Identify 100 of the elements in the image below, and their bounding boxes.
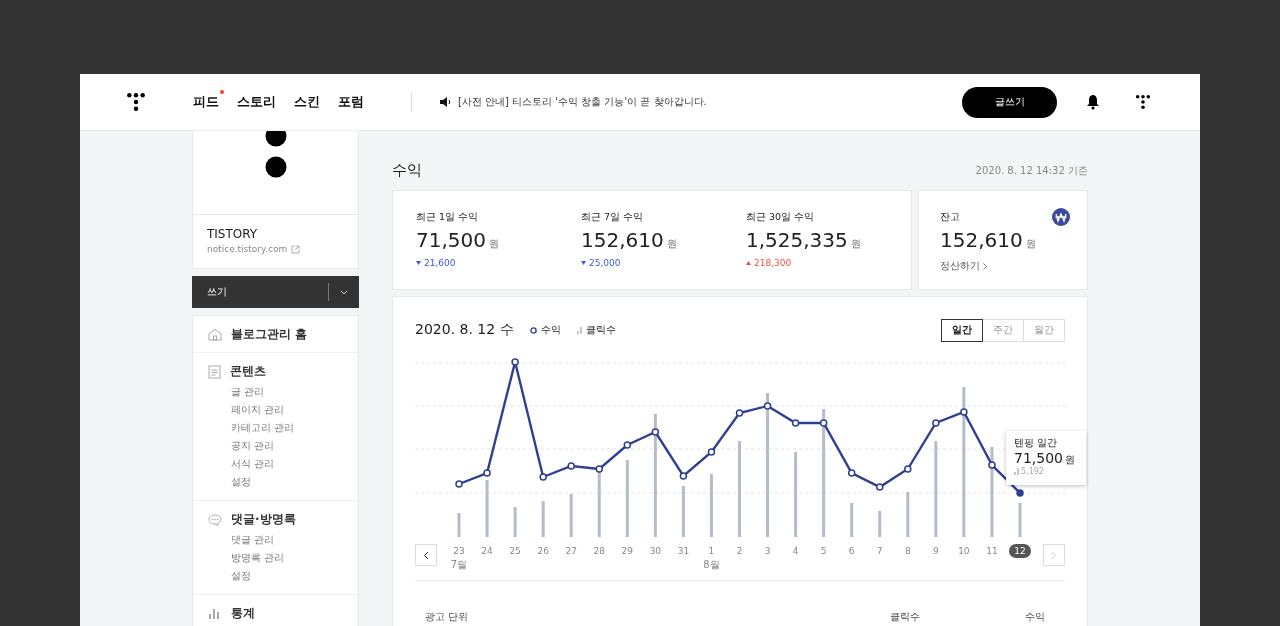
chart-title: 2020. 8. 12 수 — [415, 321, 514, 339]
revenue-point[interactable] — [679, 472, 688, 480]
menu-section-title[interactable]: 블로그관리 홈 — [231, 326, 308, 343]
click-bar — [569, 494, 573, 537]
click-bar — [681, 486, 685, 537]
revenue-point[interactable] — [932, 419, 940, 427]
menu-item[interactable]: 페이지 관리 — [231, 401, 358, 419]
house-icon — [208, 328, 222, 341]
triangle-up-icon — [746, 261, 751, 265]
stat-value: 1,525,335 — [746, 228, 848, 252]
date-label[interactable]: 28 — [588, 544, 610, 558]
nav-link[interactable]: 피드 — [193, 93, 219, 111]
menu-item[interactable]: 설정 — [231, 567, 358, 585]
revenue-point[interactable] — [595, 465, 603, 473]
revenue-point[interactable] — [876, 483, 884, 491]
click-bar — [513, 507, 517, 537]
stat-change: 218,300 — [754, 258, 792, 268]
menu-item[interactable]: 댓글 관리 — [231, 531, 358, 549]
date-label[interactable]: 12 — [1009, 544, 1031, 558]
page-title: 수익 — [392, 161, 422, 180]
bell-icon[interactable] — [1086, 94, 1100, 110]
revenue-point[interactable] — [960, 408, 968, 416]
blog-url[interactable]: notice.tistory.com — [207, 244, 288, 254]
legend-label: 수익 — [540, 323, 561, 337]
speaker-icon — [440, 97, 452, 107]
menu-item[interactable]: 설정 — [231, 473, 358, 491]
date-label[interactable]: 30 — [644, 544, 667, 558]
revenue-point[interactable] — [819, 419, 828, 427]
menu-item[interactable]: 서식 관리 — [231, 455, 358, 473]
date-label[interactable]: 24 — [476, 544, 498, 558]
revenue-point[interactable] — [483, 469, 491, 477]
nav-link[interactable]: 포럼 — [338, 93, 364, 111]
circle-marker-icon — [529, 326, 537, 334]
period-tab[interactable]: 일간 — [941, 318, 983, 342]
revenue-point[interactable] — [623, 441, 632, 449]
write-label[interactable]: 쓰기 — [207, 285, 328, 299]
revenue-point[interactable] — [455, 480, 463, 488]
date-label[interactable]: 4 — [787, 544, 804, 558]
revenue-point[interactable] — [651, 428, 660, 436]
menu-item[interactable]: 카테고리 관리 — [231, 419, 358, 437]
click-bar — [457, 513, 461, 537]
nav-link[interactable]: 스토리 — [237, 93, 276, 111]
click-bar — [878, 511, 882, 537]
click-bar — [541, 501, 545, 537]
menu-item[interactable]: 방명록 관리 — [231, 549, 358, 567]
menu-section-title[interactable]: 콘텐츠 — [230, 363, 266, 380]
revenue-point[interactable] — [707, 448, 716, 456]
nav-link[interactable]: 스킨 — [294, 93, 320, 111]
date-label[interactable]: 5 — [815, 544, 832, 558]
currency-unit: 원 — [489, 237, 499, 251]
bar-marker-icon — [576, 326, 582, 334]
date-label[interactable]: 10 — [953, 544, 975, 558]
chevron-right-icon[interactable] — [983, 263, 987, 270]
revenue-point[interactable] — [567, 462, 575, 470]
revenue-point[interactable] — [847, 469, 856, 477]
period-tab[interactable]: 주간 — [982, 318, 1024, 342]
date-label[interactable]: 1 — [703, 544, 720, 558]
revenue-point[interactable] — [904, 465, 912, 473]
revenue-point[interactable] — [988, 461, 996, 469]
menu-section-title[interactable]: 통계 — [231, 605, 255, 622]
chevron-down-icon[interactable] — [340, 289, 348, 295]
revenue-point[interactable] — [735, 409, 744, 417]
date-label[interactable]: 31 — [672, 544, 695, 558]
date-label[interactable]: 9 — [927, 544, 944, 558]
click-bar — [906, 492, 910, 537]
revenue-point[interactable] — [511, 358, 519, 366]
menu-section-title[interactable]: 댓글·방명록 — [231, 511, 296, 528]
date-label[interactable]: 2 — [731, 544, 748, 558]
bar-chart-icon — [208, 607, 222, 620]
stat-change: 21,600 — [424, 258, 456, 268]
date-label[interactable]: 27 — [560, 544, 582, 558]
date-label[interactable]: 26 — [532, 544, 554, 558]
click-bar — [850, 503, 854, 537]
menu-item[interactable]: 공지 관리 — [231, 437, 358, 455]
currency-unit: 원 — [1065, 453, 1075, 467]
write-bar[interactable]: 쓰기 — [192, 276, 359, 308]
date-label[interactable]: 29 — [616, 544, 639, 558]
revenue-point[interactable] — [791, 419, 800, 427]
date-label[interactable]: 8 — [899, 544, 916, 558]
date-label[interactable]: 7 — [871, 544, 888, 558]
revenue-point[interactable] — [1016, 489, 1024, 497]
date-label[interactable]: 23 — [448, 544, 470, 558]
logo-icon[interactable] — [126, 92, 146, 112]
menu-item[interactable]: 글 관리 — [231, 383, 358, 401]
click-bar — [709, 474, 713, 537]
revenue-point[interactable] — [763, 402, 772, 410]
revenue-point[interactable] — [539, 473, 547, 481]
chevron-left-icon[interactable] — [423, 550, 429, 560]
settle-link[interactable]: 정산하기 — [940, 260, 980, 273]
date-label[interactable]: 11 — [981, 544, 1003, 558]
notice-text[interactable]: [사전 안내] 티스토리 '수익 창출 기능'이 곧 찾아갑니다. — [458, 95, 707, 109]
date-label[interactable]: 3 — [759, 544, 776, 558]
timestamp: 2020. 8. 12 14:32 기준 — [975, 163, 1088, 178]
period-tab[interactable]: 월간 — [1023, 318, 1065, 342]
write-button[interactable]: 글쓰기 — [962, 86, 1057, 118]
tooltip-value: 71,500 — [1014, 450, 1063, 466]
date-label[interactable]: 25 — [504, 544, 526, 558]
stat-label: 최근 7일 수익 — [581, 211, 644, 224]
stat-value: 152,610 — [581, 228, 664, 252]
date-label[interactable]: 6 — [843, 544, 860, 558]
